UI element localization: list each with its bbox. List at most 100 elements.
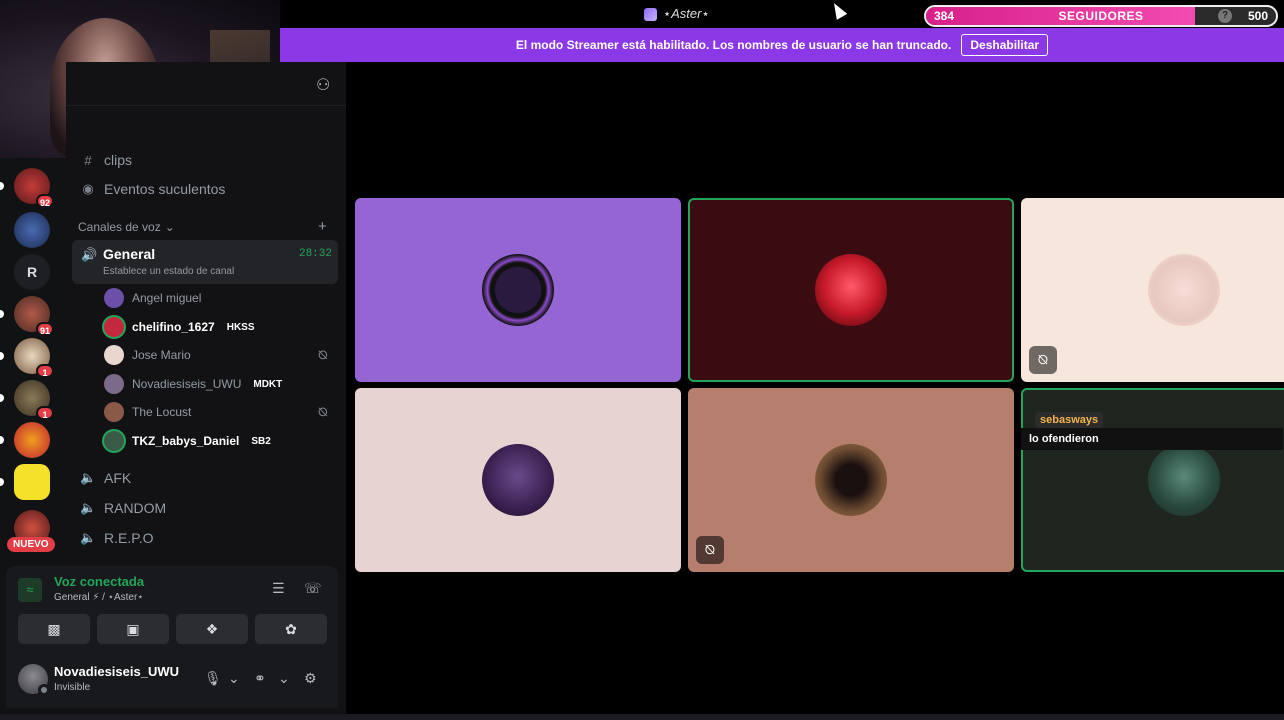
- voice-user[interactable]: TKZ_babys_Daniel SB2: [104, 429, 271, 453]
- window-title-text: ⋆Aster⋆: [663, 6, 710, 21]
- new-badge: NUEVO: [7, 537, 55, 552]
- speaker-icon: 🔈: [80, 500, 97, 515]
- user-tag: MDKT: [253, 378, 283, 390]
- avatar: [104, 374, 124, 394]
- app-icon: [644, 7, 657, 21]
- avatar: [104, 345, 124, 365]
- participant-tile[interactable]: ⦰: [688, 388, 1014, 572]
- unread-pill: [0, 436, 4, 444]
- category-label: Canales de voz: [78, 220, 161, 234]
- voice-channel-general[interactable]: 🔊 General Establece un estado de canal 2…: [72, 240, 338, 284]
- follower-goal-bar: 384 SEGUIDORES ? 500: [924, 5, 1278, 27]
- avatar: [104, 402, 124, 422]
- voice-user-name: chelifino_1627: [132, 320, 215, 334]
- server-icon-1[interactable]: 92: [14, 168, 54, 208]
- bottom-strip: [0, 714, 1284, 720]
- hash-icon: #: [84, 152, 92, 168]
- channel-label: R.E.P.O: [104, 530, 154, 546]
- avatar: [482, 444, 554, 516]
- user-panel: Novadiesiseis_UWU Invisible 🎙 ⌄ ⚭ ⌄ ⚙: [6, 654, 338, 708]
- avatar: [482, 254, 554, 326]
- server-icon-5[interactable]: 1: [14, 338, 54, 378]
- channel-label: Eventos suculentos: [104, 181, 226, 197]
- server-icon-r[interactable]: R: [14, 254, 50, 290]
- window-title: ⋆Aster⋆: [644, 6, 710, 22]
- channel-label: clips: [104, 152, 133, 168]
- voice-category-header[interactable]: Canales de voz ⌄: [78, 220, 175, 234]
- chevron-down-icon: ⌄: [164, 220, 175, 234]
- chevron-down-icon[interactable]: ⌄: [278, 670, 290, 687]
- channel-header: ⚇: [66, 62, 346, 106]
- avatar: [104, 288, 124, 308]
- headset-icon[interactable]: ⚭: [254, 670, 266, 687]
- speaker-icon: 🔈: [80, 530, 97, 545]
- voice-user[interactable]: The Locust ⦰: [104, 400, 328, 424]
- chevron-down-icon[interactable]: ⌄: [228, 670, 240, 687]
- unread-pill: [0, 310, 4, 318]
- add-member-icon[interactable]: ⚇: [316, 75, 334, 94]
- user-status: Invisible: [54, 682, 91, 693]
- voice-channel-afk[interactable]: 🔈 AFK: [72, 464, 338, 492]
- events-icon: ◉: [82, 181, 94, 196]
- voice-user[interactable]: Angel miguel: [104, 286, 201, 310]
- channel-clips[interactable]: # clips: [72, 146, 338, 174]
- server-icon-4[interactable]: 91: [14, 296, 54, 336]
- avatar: [815, 444, 887, 516]
- speaker-icon: 🔊: [81, 247, 98, 262]
- server-icon-8[interactable]: [14, 464, 50, 500]
- voice-user[interactable]: Novadiesiseis_UWU MDKT: [104, 372, 282, 396]
- voice-user[interactable]: Jose Mario ⦰: [104, 343, 328, 367]
- disconnect-icon[interactable]: ☏: [304, 580, 322, 597]
- muted-icon: ⦰: [696, 536, 724, 564]
- screen-share-button[interactable]: ▣: [97, 614, 169, 644]
- speaker-icon: 🔈: [80, 470, 97, 485]
- avatar: [1148, 444, 1220, 516]
- voice-location[interactable]: General ⚡ / ⋆Aster⋆: [54, 592, 144, 603]
- banner-text: El modo Streamer está habilitado. Los no…: [515, 38, 952, 52]
- mention-badge: 1: [36, 364, 54, 378]
- user-tag: SB2: [251, 435, 271, 447]
- streamer-mode-banner: El modo Streamer está habilitado. Los no…: [280, 28, 1284, 62]
- voice-channel-random[interactable]: 🔈 RANDOM: [72, 494, 338, 522]
- signal-icon[interactable]: ≈: [18, 578, 42, 602]
- microphone-icon[interactable]: 🎙: [204, 670, 222, 687]
- muted-icon: ⦰: [318, 347, 328, 362]
- activities-button[interactable]: ❖: [176, 614, 248, 644]
- avatar: [1148, 254, 1220, 326]
- channel-label: RANDOM: [104, 500, 167, 516]
- voice-user[interactable]: chelifino_1627 HKSS: [104, 315, 255, 339]
- server-icon-2[interactable]: [14, 212, 50, 248]
- presence-dot: [38, 684, 50, 696]
- participant-tile[interactable]: [355, 198, 681, 382]
- chat-username: sebasways: [1035, 412, 1104, 428]
- voice-user-name: The Locust: [132, 405, 192, 419]
- channel-name: General: [103, 246, 156, 262]
- unread-pill: [0, 394, 4, 402]
- participant-tile[interactable]: [355, 388, 681, 572]
- noise-suppression-icon[interactable]: ☰: [272, 580, 285, 597]
- mention-badge: 1: [36, 406, 54, 420]
- add-channel-icon[interactable]: +: [318, 218, 327, 235]
- call-timer: 28:32: [298, 248, 332, 260]
- channel-label: AFK: [104, 470, 132, 486]
- server-icon-7[interactable]: [14, 422, 50, 458]
- gear-icon[interactable]: ⚙: [304, 670, 317, 687]
- participant-tile[interactable]: sebasways lo ofendieron: [1021, 388, 1284, 572]
- avatar: [104, 431, 124, 451]
- disable-streamer-mode-button[interactable]: Deshabilitar: [961, 34, 1049, 56]
- voice-user-name: TKZ_babys_Daniel: [132, 434, 240, 448]
- soundboard-button[interactable]: ✿: [255, 614, 327, 644]
- avatar[interactable]: [18, 664, 50, 696]
- camera-off-button[interactable]: ▩: [18, 614, 90, 644]
- goal-target-count: 500: [1247, 9, 1268, 23]
- participant-tile[interactable]: [688, 198, 1014, 382]
- server-icon-6[interactable]: 1: [14, 380, 54, 420]
- unread-pill: [0, 352, 4, 360]
- muted-icon: ⦰: [1029, 346, 1057, 374]
- avatar: [815, 254, 887, 326]
- participant-tile[interactable]: ⦰: [1021, 198, 1284, 382]
- voice-channel-repo[interactable]: 🔈 R.E.P.O: [72, 524, 338, 552]
- channel-status[interactable]: Establece un estado de canal: [103, 266, 234, 277]
- muted-icon: ⦰: [318, 404, 328, 419]
- channel-events[interactable]: ◉ Eventos suculentos: [72, 175, 338, 203]
